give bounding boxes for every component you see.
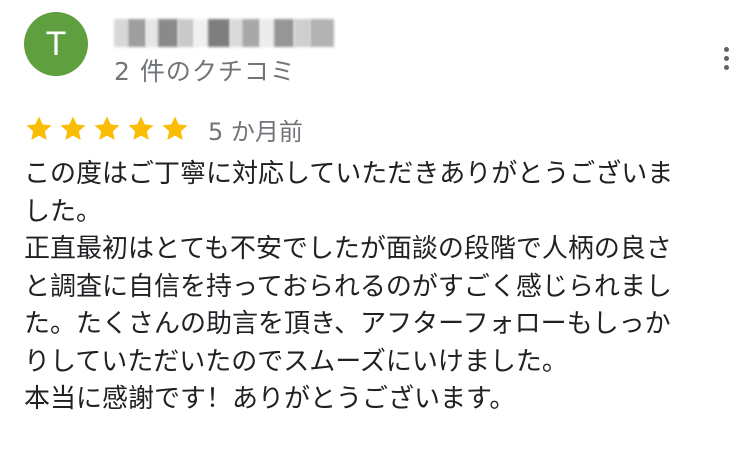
star-icon	[126, 114, 156, 144]
star-rating	[24, 114, 190, 144]
more-options-button[interactable]	[714, 34, 738, 82]
review-text-line: した。	[24, 196, 103, 227]
review-text-line: 本当に感謝です！ありがとうございます。	[24, 384, 516, 414]
review-text-line: と調査に自信を持っておられるのがすごく感じられまし	[24, 271, 672, 302]
avatar[interactable]: T	[24, 12, 88, 76]
review-text: この度はご丁寧に対応していただきありがとうございま した。正直最初はとても不安でし…	[24, 156, 724, 419]
review-time: 5 か月前	[208, 117, 303, 146]
review-text-line: りしていただいたのでスムーズにいけました。	[24, 346, 568, 377]
review-card: T 2 件のクチコミ 5 か月前 この度はご丁寧に対応していただきありがとうござ…	[0, 0, 746, 456]
star-icon	[160, 114, 190, 144]
reviewer-header: T 2 件のクチコミ	[24, 12, 729, 86]
star-icon	[58, 114, 88, 144]
more-vert-icon-dot	[723, 55, 729, 61]
rating-row: 5 か月前	[24, 112, 303, 146]
more-vert-icon	[723, 46, 729, 52]
review-text-line: この度はご丁寧に対応していただきありがとうございま	[24, 159, 674, 189]
reviewer-name-blurred[interactable]	[114, 19, 334, 47]
star-icon	[24, 114, 54, 144]
review-text-line: 正直最初はとても不安でしたが面談の段階で人柄の良さ	[24, 234, 672, 264]
review-count[interactable]: 2 件のクチコミ	[114, 52, 296, 88]
avatar-letter: T	[45, 24, 67, 63]
star-icon	[92, 114, 122, 144]
review-text-line: た。たくさんの助言を頂き、アフターフォローもしっか	[24, 309, 671, 339]
more-vert-icon-dot	[723, 64, 729, 70]
